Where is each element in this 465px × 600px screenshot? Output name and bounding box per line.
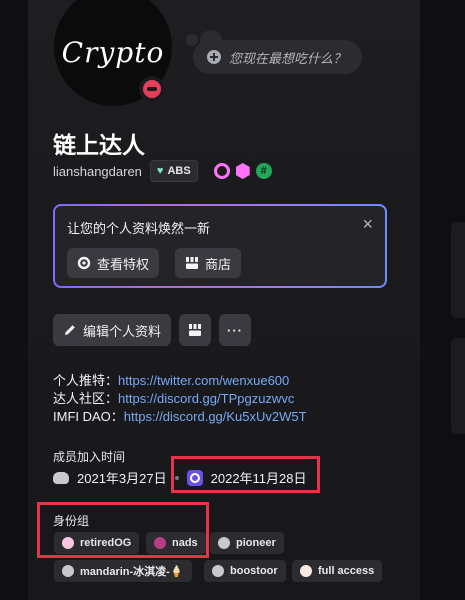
close-icon[interactable]: ×: [362, 214, 373, 235]
view-perks-button[interactable]: 查看特权: [67, 248, 160, 278]
custom-status-bubble[interactable]: 您现在最想吃什么？: [193, 40, 363, 74]
server-tag-label: ABS: [167, 165, 191, 177]
highlight-box: [171, 456, 320, 493]
role-color-dot: [218, 537, 230, 549]
edit-profile-label: 编辑个人资料: [83, 323, 162, 339]
shop-button[interactable]: 商店: [175, 248, 242, 278]
avatar-text: Crypto: [61, 35, 165, 69]
link-label: IMFI DAO：: [53, 409, 124, 424]
shop-icon: [188, 323, 202, 337]
side-rail-block: [451, 338, 465, 434]
role-color-dot: [300, 565, 312, 577]
member-since-title: 成员加入时间: [53, 450, 126, 464]
role-name: full access: [318, 565, 375, 577]
shop-label: 商店: [205, 256, 232, 272]
status-bubble-tail: [186, 34, 198, 46]
link-row: 达人社区：https://discord.gg/TPpgzuzwvc: [53, 390, 307, 408]
view-perks-label: 查看特权: [97, 256, 150, 272]
more-options-button[interactable]: ···: [219, 314, 252, 346]
promo-title: 让您的个人资料焕然一新: [67, 221, 211, 236]
discord-join-date: 2021年3月27日: [77, 471, 167, 486]
role-name: pioneer: [236, 537, 276, 549]
custom-status-text: 您现在最想吃什么？: [229, 50, 347, 66]
shop-icon: [185, 256, 199, 270]
nitro-icon: [77, 256, 91, 270]
role-chip[interactable]: boostoor: [204, 560, 286, 582]
side-rail-block: [451, 222, 465, 318]
heart-icon: ♥: [156, 165, 164, 177]
role-chip[interactable]: mandarin-冰淇凌-🍦: [54, 560, 192, 582]
link-url[interactable]: https://discord.gg/TPpgzuzwvc: [118, 391, 294, 406]
role-chip[interactable]: full access: [292, 560, 383, 582]
highlight-box: [37, 502, 209, 558]
about-me-links: 个人推特：https://twitter.com/wenxue600 达人社区：…: [53, 372, 307, 426]
discord-icon: [53, 471, 69, 484]
server-profile-button[interactable]: [179, 314, 212, 346]
username-row: lianshangdaren ♥ ABS #: [53, 160, 272, 182]
role-color-dot: [62, 565, 74, 577]
link-url[interactable]: https://discord.gg/Ku5xUv2W5T: [124, 409, 307, 424]
role-name: mandarin-冰淇凌-🍦: [80, 566, 184, 578]
role-name: boostoor: [230, 565, 278, 577]
edit-profile-button[interactable]: 编辑个人资料: [53, 314, 172, 346]
link-row: IMFI DAO：https://discord.gg/Ku5xUv2W5T: [53, 408, 307, 426]
add-status-icon: [207, 50, 221, 64]
profile-badges: #: [213, 163, 272, 179]
username[interactable]: lianshangdaren: [53, 164, 142, 179]
server-boost-badge-icon[interactable]: [235, 163, 250, 179]
link-url[interactable]: https://twitter.com/wenxue600: [118, 373, 289, 388]
profile-actions: 编辑个人资料 ···: [53, 314, 252, 346]
role-color-dot: [212, 565, 224, 577]
dnd-status-icon: [139, 76, 165, 102]
link-label: 达人社区：: [53, 391, 119, 406]
link-row: 个人推特：https://twitter.com/wenxue600: [53, 372, 307, 390]
display-name: 链上达人: [53, 132, 145, 158]
hashtag-badge-icon[interactable]: #: [255, 163, 272, 179]
link-label: 个人推特：: [53, 373, 119, 388]
nitro-badge-icon[interactable]: [213, 163, 230, 179]
role-chip[interactable]: pioneer: [210, 532, 284, 554]
profile-promo-card: 让您的个人资料焕然一新 × 查看特权 商店: [53, 204, 387, 288]
server-tag-badge[interactable]: ♥ ABS: [149, 160, 198, 182]
pencil-icon: [63, 323, 77, 337]
